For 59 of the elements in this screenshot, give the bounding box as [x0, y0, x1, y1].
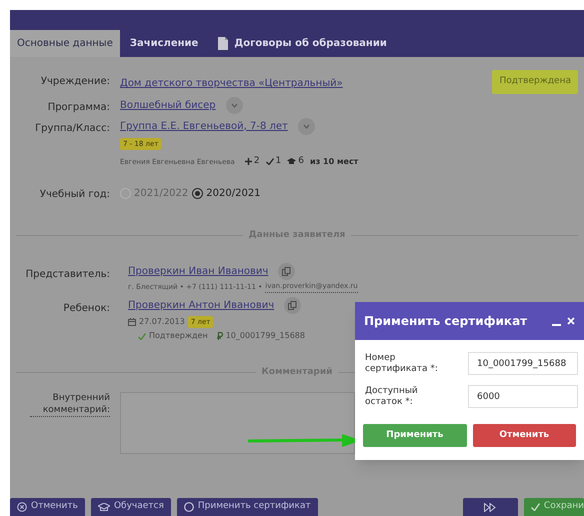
- check-icon: [266, 158, 274, 166]
- check-icon: [138, 332, 146, 340]
- tab[interactable]: Договоры об образовании: [208, 30, 397, 57]
- field-label: Программа:: [46, 100, 111, 114]
- field-label: Группа/Класс:: [34, 122, 111, 136]
- field-label: Доступный остаток *:: [364, 386, 419, 408]
- field-label: Учебный год:: [38, 188, 111, 202]
- birth-date: 27.07.2013: [139, 316, 185, 328]
- graduation-cap-icon: [287, 158, 296, 166]
- chevron-down-icon: [302, 124, 310, 128]
- count: 2: [254, 155, 260, 168]
- field-label: Представитель:: [24, 268, 111, 282]
- chevron-down-icon: [230, 102, 238, 108]
- dropdown-button[interactable]: [226, 96, 243, 114]
- forward-button[interactable]: [462, 498, 518, 516]
- calendar-icon: [128, 318, 136, 326]
- field-label: Ребенок:: [62, 302, 111, 316]
- link[interactable]: Проверкин Антон Иванович: [128, 298, 274, 312]
- field-label: Номер сертификата *:: [364, 352, 439, 374]
- fast-forward-icon: [484, 502, 496, 512]
- field-label: Внутренний комментарий:: [30, 392, 110, 416]
- input-field[interactable]: 6000: [468, 385, 578, 408]
- comment-field[interactable]: [120, 392, 355, 454]
- link[interactable]: Проверкин Иван Иванович: [128, 264, 268, 279]
- footer-button[interactable]: Применить сертификат: [176, 498, 318, 516]
- plus-icon: [244, 158, 252, 166]
- status-badge: Подтверждена: [492, 70, 578, 94]
- link[interactable]: Дом детского творчества «Центральный»: [120, 76, 343, 92]
- footer-button[interactable]: Сохрани: [524, 498, 584, 516]
- link[interactable]: Волшебный бисер: [120, 98, 216, 112]
- graduation-cap-icon: [98, 502, 110, 512]
- copy-button[interactable]: [284, 296, 302, 314]
- input-field[interactable]: 10_0001799_15688: [468, 352, 578, 375]
- count: 1: [276, 155, 282, 168]
- capacity-text: из 10 мест: [310, 156, 358, 168]
- dialog-button[interactable]: Отменить: [472, 424, 576, 447]
- status-text: Подтвержден: [149, 330, 208, 342]
- dialog-title: Применить сертификат: [364, 313, 528, 330]
- footer-button[interactable]: Отменить: [10, 498, 85, 516]
- certificate-number: 10_0001799_15688: [226, 330, 305, 342]
- year-radio[interactable]: 2020/2021: [192, 186, 261, 200]
- field-label: Учреждение:: [40, 75, 111, 89]
- tab[interactable]: Основные данные: [10, 30, 120, 57]
- close-button[interactable]: [567, 317, 575, 325]
- link[interactable]: Группа Е.Е. Евгеньевой, 7-8 лет: [120, 118, 288, 134]
- ruble-icon: [216, 332, 223, 340]
- close-icon: [17, 502, 27, 512]
- circle-icon: [184, 502, 194, 512]
- close-icon: [567, 317, 575, 325]
- count: 6: [298, 155, 304, 168]
- footer-button[interactable]: Обучается: [90, 498, 171, 516]
- dropdown-button[interactable]: [298, 118, 315, 134]
- check-icon: [530, 503, 540, 511]
- copy-icon: [282, 267, 292, 276]
- copy-button[interactable]: [278, 263, 296, 280]
- radio-button[interactable]: [192, 188, 204, 198]
- dialog-button[interactable]: Применить: [363, 424, 466, 447]
- tab[interactable]: Зачисление: [120, 30, 208, 57]
- copy-icon: [288, 300, 298, 310]
